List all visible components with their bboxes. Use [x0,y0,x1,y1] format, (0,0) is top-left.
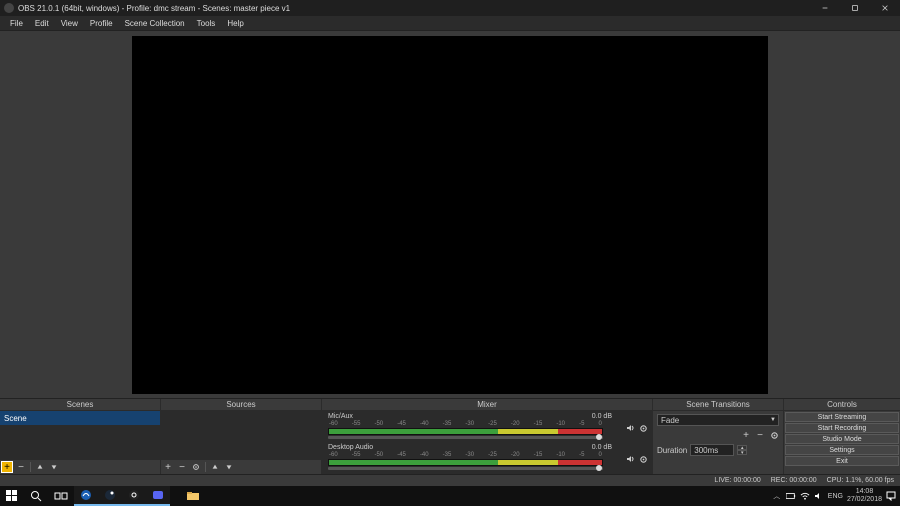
transition-select[interactable]: Fade ▼ [657,414,779,426]
menu-edit[interactable]: Edit [29,19,55,28]
controls-panel: Controls Start Streaming Start Recording… [784,399,900,474]
scenes-header: Scenes [0,399,160,411]
menu-bar: File Edit View Profile Scene Collection … [0,16,900,30]
mute-button[interactable] [626,454,636,464]
menu-profile[interactable]: Profile [84,19,119,28]
taskbar-app-explorer[interactable] [180,486,206,506]
separator [205,462,206,472]
sources-list[interactable] [161,411,321,460]
move-scene-up-button[interactable] [35,462,45,472]
tray-clock[interactable]: 14:08 27/02/2018 [847,488,882,504]
preview-area [0,30,900,398]
taskbar-app-obs[interactable] [122,486,146,506]
mute-button[interactable] [626,423,636,433]
taskbar-app-steam[interactable] [98,486,122,506]
mixer-volume-slider[interactable] [328,436,603,439]
window-title: OBS 21.0.1 (64bit, windows) - Profile: d… [18,4,810,13]
system-tray: ︿ ENG 14:08 27/02/2018 [772,488,900,504]
separator [30,462,31,472]
window-titlebar: OBS 21.0.1 (64bit, windows) - Profile: d… [0,0,900,16]
status-live: LIVE: 00:00:00 [714,477,760,484]
preview-canvas[interactable] [132,36,768,394]
duration-down-button[interactable]: ▾ [737,450,747,455]
studio-mode-button[interactable]: Studio Mode [785,434,899,444]
scenes-panel: Scenes Scene Add + − [0,399,161,474]
tray-wifi-icon[interactable] [800,491,810,501]
tray-chevron-up-icon[interactable]: ︿ [772,491,782,501]
scene-item[interactable]: Scene [0,411,160,425]
chevron-down-icon: ▼ [770,417,776,423]
menu-scene-collection[interactable]: Scene Collection [119,19,191,28]
menu-file[interactable]: File [4,19,29,28]
tray-volume-icon[interactable] [814,491,824,501]
controls-body: Start Streaming Start Recording Studio M… [784,411,900,467]
close-button[interactable] [870,0,900,16]
start-streaming-button[interactable]: Start Streaming [785,412,899,422]
add-transition-button[interactable]: + [741,430,751,440]
maximize-button[interactable] [840,0,870,16]
transitions-header: Scene Transitions [653,399,783,411]
mixer-meter [328,428,603,435]
mixer-ticks: -60-55-50-45-40-35-30-25-20-15-10-50 [328,421,603,427]
channel-settings-button[interactable] [639,424,648,433]
tray-notifications-icon[interactable] [886,491,896,501]
mixer-channel-desktop: Desktop Audio 0.0 dB -60-55-50-45-40-35-… [322,442,652,473]
mixer-volume-slider[interactable] [328,467,603,470]
status-cpu: CPU: 1.1%, 60.00 fps [827,477,894,484]
mixer-meter [328,459,603,466]
mixer-ticks: -60-55-50-45-40-35-30-25-20-15-10-50 [328,452,603,458]
transitions-panel: Scene Transitions Fade ▼ + − Duration 30… [653,399,784,474]
search-button[interactable] [24,486,48,506]
move-source-up-button[interactable] [210,462,220,472]
tray-battery-icon[interactable] [786,491,796,501]
controls-header: Controls [784,399,900,411]
bottom-dock: Scenes Scene Add + − Sources + − Mixer [0,398,900,474]
mixer-panel: Mixer Mic/Aux 0.0 dB -60-55-50-45-40-35-… [322,399,653,474]
scenes-toolbar: + − [0,460,160,474]
taskbar-app-discord[interactable] [146,486,170,506]
tray-language[interactable]: ENG [828,493,843,500]
mixer-channel-level: 0.0 dB [592,413,612,420]
mixer-channel-mic: Mic/Aux 0.0 dB -60-55-50-45-40-35-30-25-… [322,411,652,442]
menu-help[interactable]: Help [221,19,249,28]
scenes-list[interactable]: Scene Add [0,411,160,460]
sources-toolbar: + − [161,460,321,474]
duration-label: Duration [657,446,687,455]
app-icon [4,3,14,13]
duration-input[interactable]: 300ms [690,444,734,456]
mixer-header: Mixer [322,399,652,411]
mixer-channel-name: Mic/Aux [328,413,353,420]
add-scene-button[interactable]: + [2,462,12,472]
menu-view[interactable]: View [55,19,84,28]
minimize-button[interactable] [810,0,840,16]
remove-transition-button[interactable]: − [755,430,765,440]
source-settings-button[interactable] [191,462,201,472]
move-scene-down-button[interactable] [49,462,59,472]
add-source-button[interactable]: + [163,462,173,472]
status-bar: LIVE: 00:00:00 REC: 00:00:00 CPU: 1.1%, … [0,474,900,486]
taskview-button[interactable] [48,486,74,506]
transition-settings-button[interactable] [769,430,779,440]
taskbar-app-edge[interactable] [74,486,98,506]
menu-tools[interactable]: Tools [191,19,222,28]
mixer-channel-level: 0.0 dB [592,444,612,451]
windows-taskbar: ︿ ENG 14:08 27/02/2018 [0,486,900,506]
move-source-down-button[interactable] [224,462,234,472]
remove-source-button[interactable]: − [177,462,187,472]
remove-scene-button[interactable]: − [16,462,26,472]
start-recording-button[interactable]: Start Recording [785,423,899,433]
settings-button[interactable]: Settings [785,445,899,455]
exit-button[interactable]: Exit [785,456,899,466]
sources-panel: Sources + − [161,399,322,474]
mixer-body: Mic/Aux 0.0 dB -60-55-50-45-40-35-30-25-… [322,411,652,474]
sources-header: Sources [161,399,321,411]
mixer-channel-name: Desktop Audio [328,444,373,451]
start-button[interactable] [0,486,24,506]
transitions-body: Fade ▼ + − Duration 300ms ▴ ▾ [653,411,783,474]
status-rec: REC: 00:00:00 [771,477,817,484]
channel-settings-button[interactable] [639,455,648,464]
